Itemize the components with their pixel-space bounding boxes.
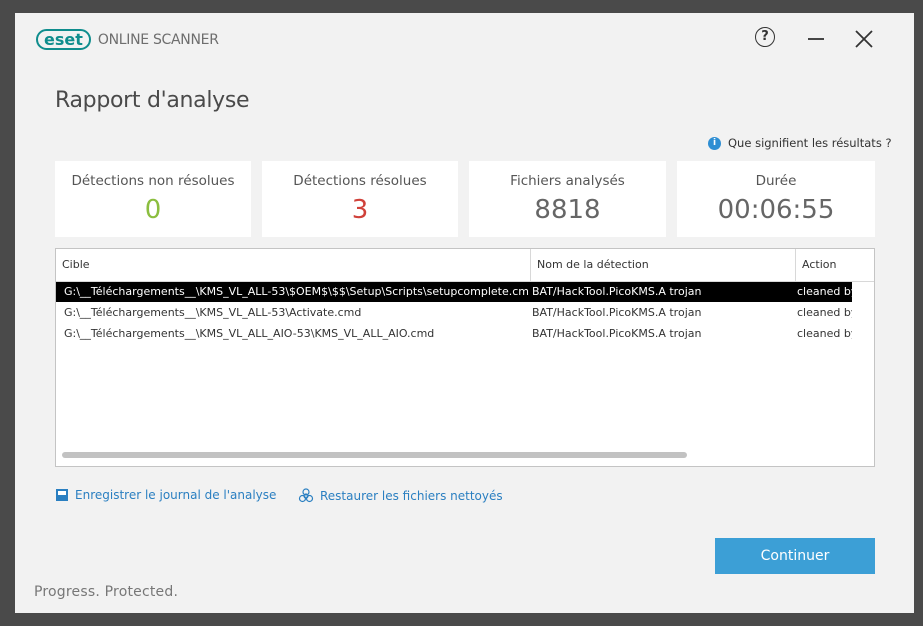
column-header-detection[interactable]: Nom de la détection	[530, 249, 795, 281]
close-icon	[855, 30, 873, 48]
stat-card-unresolved: Détections non résolues 0	[55, 161, 251, 237]
scanner-window: eset ONLINE SCANNER ? Rapport d'analyse …	[15, 13, 914, 613]
close-button[interactable]	[852, 27, 876, 51]
stat-label: Détections non résolues	[71, 173, 235, 189]
stat-value: 3	[351, 195, 369, 225]
column-header-target[interactable]: Cible	[56, 249, 529, 281]
cell-detection: BAT/HackTool.PicoKMS.A trojan	[532, 306, 702, 319]
restore-files-label: Restaurer les fichiers nettoyés	[320, 489, 503, 503]
table-row[interactable]: G:\__Téléchargements__\KMS_VL_ALL-53\Act…	[56, 303, 852, 323]
results-help-label: Que signifient les résultats ?	[728, 136, 892, 150]
biohazard-icon	[298, 488, 314, 503]
page-title: Rapport d'analyse	[55, 88, 250, 113]
eset-logo: eset ONLINE SCANNER	[36, 29, 219, 50]
stat-value: 8818	[534, 195, 601, 225]
minimize-button[interactable]	[804, 27, 828, 51]
info-icon: i	[708, 136, 721, 150]
cell-detection: BAT/HackTool.PicoKMS.A trojan	[532, 327, 702, 340]
stat-card-duration: Durée 00:06:55	[677, 161, 875, 237]
product-name: ONLINE SCANNER	[97, 31, 219, 48]
help-button[interactable]: ?	[755, 27, 779, 51]
cell-action: cleaned by	[797, 285, 852, 298]
restore-files-link[interactable]: Restaurer les fichiers nettoyés	[298, 488, 503, 504]
logo-badge: eset	[36, 29, 91, 50]
stat-value: 0	[144, 195, 162, 225]
table-row[interactable]: G:\__Téléchargements__\KMS_VL_ALL_AIO-53…	[56, 324, 852, 344]
results-table: Cible Nom de la détection Action G:\__Té…	[55, 248, 875, 467]
cell-action: cleaned by	[797, 327, 852, 340]
stat-card-resolved: Détections résolues 3	[262, 161, 458, 237]
table-row[interactable]: G:\__Téléchargements__\KMS_VL_ALL-53\$OE…	[56, 282, 852, 302]
table-header: Cible Nom de la détection Action	[56, 249, 874, 282]
stat-label: Détections résolues	[293, 173, 427, 189]
cell-action: cleaned by	[797, 306, 852, 319]
stat-card-files-scanned: Fichiers analysés 8818	[469, 161, 666, 237]
horizontal-scrollbar[interactable]	[62, 452, 687, 458]
help-circle-icon: ?	[755, 27, 775, 47]
footer-tagline: Progress. Protected.	[34, 584, 179, 600]
column-header-action[interactable]: Action	[795, 249, 874, 281]
stat-label: Durée	[755, 173, 797, 189]
cell-target: G:\__Téléchargements__\KMS_VL_ALL-53\Act…	[64, 306, 362, 319]
save-log-label: Enregistrer le journal de l'analyse	[75, 488, 277, 502]
stat-value: 00:06:55	[717, 195, 835, 225]
minimize-icon	[808, 38, 824, 40]
results-help-link[interactable]: i Que signifient les résultats ?	[708, 136, 892, 150]
save-log-link[interactable]: Enregistrer le journal de l'analyse	[55, 488, 276, 502]
continue-button[interactable]: Continuer	[715, 538, 875, 574]
stat-label: Fichiers analysés	[510, 173, 625, 189]
cell-detection: BAT/HackTool.PicoKMS.A trojan	[532, 285, 702, 298]
save-log-icon	[56, 489, 68, 501]
cell-target: G:\__Téléchargements__\KMS_VL_ALL_AIO-53…	[64, 327, 435, 340]
cell-target: G:\__Téléchargements__\KMS_VL_ALL-53\$OE…	[64, 285, 528, 298]
